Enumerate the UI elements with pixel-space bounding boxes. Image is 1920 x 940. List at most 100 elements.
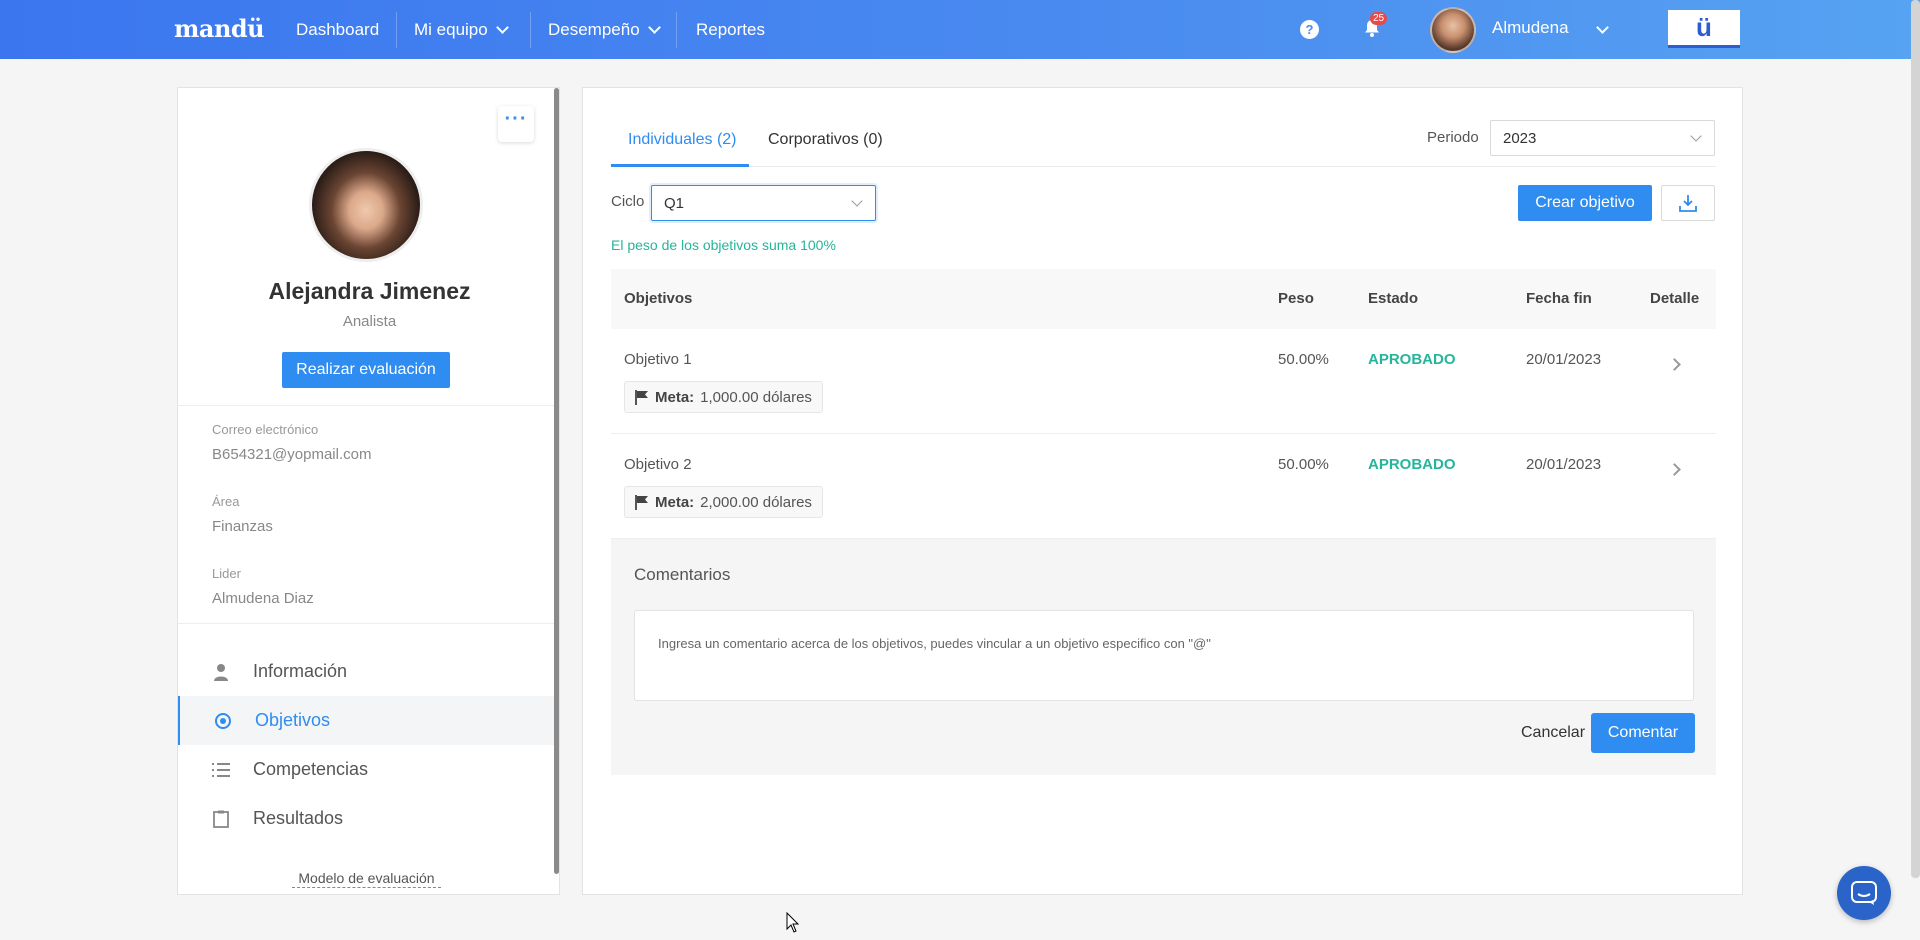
download-icon [1679,195,1697,212]
chevron-right-icon[interactable] [1668,463,1681,476]
cycle-select[interactable]: Q1 [651,185,876,221]
column-header-detalle: Detalle [1650,290,1700,307]
period-value: 2023 [1503,130,1537,147]
side-menu-label: Objetivos [255,710,331,730]
column-header-fecha-fin: Fecha fin [1526,290,1592,307]
chevron-down-icon [647,21,661,34]
status-badge: APROBADO [1368,456,1456,473]
cycle-value: Q1 [664,195,685,212]
objectives-table-header: Objetivos Peso Estado Fecha fin Detalle [611,269,1716,329]
period-label: Periodo [1427,129,1479,146]
nav-mi-equipo-label: Mi equipo [414,20,488,39]
objective-name: Objetivo 1 [624,351,692,368]
chat-support-button[interactable] [1837,866,1891,920]
evaluation-model-label: Modelo de evaluación [292,870,441,888]
column-header-objetivos: Objetivos [624,290,693,307]
area-label: Área [212,494,240,509]
comments-title: Comentarios [634,565,731,584]
divider [178,405,559,406]
side-menu-label: Resultados [253,808,344,828]
page-scrollbar[interactable] [1911,0,1920,878]
status-badge: APROBADO [1368,351,1456,368]
notification-badge: 25 [1370,12,1388,25]
chevron-down-icon [1690,130,1702,142]
goal-tag: Meta: 2,000.00 dólares [624,486,823,518]
objective-weight: 50.00% [1278,456,1329,473]
objective-end-date: 20/01/2023 [1526,456,1602,473]
user-name[interactable]: Almudena [1492,18,1569,38]
nav-desempeno-label: Desempeño [548,20,640,39]
chevron-down-icon [495,21,509,34]
perform-evaluation-button[interactable]: Realizar evaluación [282,352,450,388]
download-button[interactable] [1661,185,1715,221]
goal-value: 1,000.00 dólares [700,388,812,406]
help-icon[interactable]: ? [1300,20,1319,39]
profile-role: Analista [342,313,397,330]
top-navbar: mandü Dashboard Mi equipo Desempeño Repo… [0,0,1920,59]
objective-end-date: 20/01/2023 [1526,351,1602,368]
table-row[interactable]: Objetivo 2 50.00% APROBADO 20/01/2023 Me… [611,434,1716,539]
column-header-peso: Peso [1278,290,1314,307]
profile-avatar [309,148,423,262]
email-value: B654321@yopmail.com [212,446,372,463]
tab-corporativos[interactable]: Corporativos (0) [768,131,883,149]
create-objective-button[interactable]: Crear objetivo [1518,185,1652,221]
active-tab-indicator [611,164,749,167]
chevron-right-icon[interactable] [1668,358,1681,371]
side-menu-resultados[interactable]: Resultados [178,794,555,843]
goal-label: Meta: [655,493,695,511]
nav-reportes[interactable]: Reportes [696,20,765,40]
leader-label: Lider [212,566,241,581]
weight-summary-note: El peso de los objetivos suma 100% [611,237,836,253]
more-options-button[interactable]: ··· [498,106,534,142]
cancel-button[interactable]: Cancelar [1521,724,1585,742]
table-row[interactable]: Objetivo 1 50.00% APROBADO 20/01/2023 Me… [611,329,1716,434]
nav-separator [676,12,677,48]
list-icon [212,761,230,779]
mandu-logo[interactable]: mandü [174,14,265,43]
flag-icon [635,494,648,510]
objective-name: Objetivo 2 [624,456,692,473]
side-menu-objetivos[interactable]: Objetivos [178,696,555,745]
objective-weight: 50.00% [1278,351,1329,368]
evaluation-model-link[interactable]: Modelo de evaluación [178,870,555,888]
area-value: Finanzas [212,518,273,535]
nav-mi-equipo[interactable]: Mi equipo [414,20,509,40]
tab-individuales[interactable]: Individuales (2) [628,131,737,149]
nav-reportes-label: Reportes [696,20,765,39]
nav-dashboard-label: Dashboard [296,20,380,39]
submit-comment-button[interactable]: Comentar [1591,713,1695,753]
target-icon [214,712,232,730]
goal-tag: Meta: 1,000.00 dólares [624,381,823,413]
goal-value: 2,000.00 dólares [700,493,812,511]
nav-dashboard[interactable]: Dashboard [296,20,379,40]
column-header-estado: Estado [1368,290,1419,307]
profile-panel: ··· Alejandra Jimenez Analista Realizar … [177,87,560,895]
brand-app-button[interactable]: ü [1668,10,1740,48]
user-avatar[interactable] [1430,7,1476,53]
chevron-down-icon [851,195,863,207]
user-icon [212,663,230,681]
nav-separator [530,12,531,48]
side-menu-competencias[interactable]: Competencias [178,745,555,794]
objectives-panel: Individuales (2) Corporativos (0) Period… [582,87,1743,895]
comments-section: Comentarios Ingresa un comentario acerca… [611,539,1716,775]
nav-separator [396,12,397,48]
side-menu-label: Información [253,661,348,681]
chat-icon [1851,881,1877,905]
panel-scrollbar[interactable] [554,88,559,874]
divider [178,623,559,624]
mouse-cursor-icon [786,912,800,933]
flag-icon [635,389,648,405]
side-menu-informacion[interactable]: Información [178,647,555,696]
comment-input[interactable]: Ingresa un comentario acerca de los obje… [634,610,1694,701]
email-label: Correo electrónico [212,422,319,437]
period-select[interactable]: 2023 [1490,120,1715,156]
cycle-label: Ciclo [611,193,645,210]
side-menu-label: Competencias [253,759,369,779]
goal-label: Meta: [655,388,695,406]
chevron-down-icon[interactable] [1596,21,1609,34]
profile-name: Alejandra Jimenez [268,278,471,304]
nav-desempeno[interactable]: Desempeño [548,20,661,40]
clipboard-icon [212,810,230,828]
